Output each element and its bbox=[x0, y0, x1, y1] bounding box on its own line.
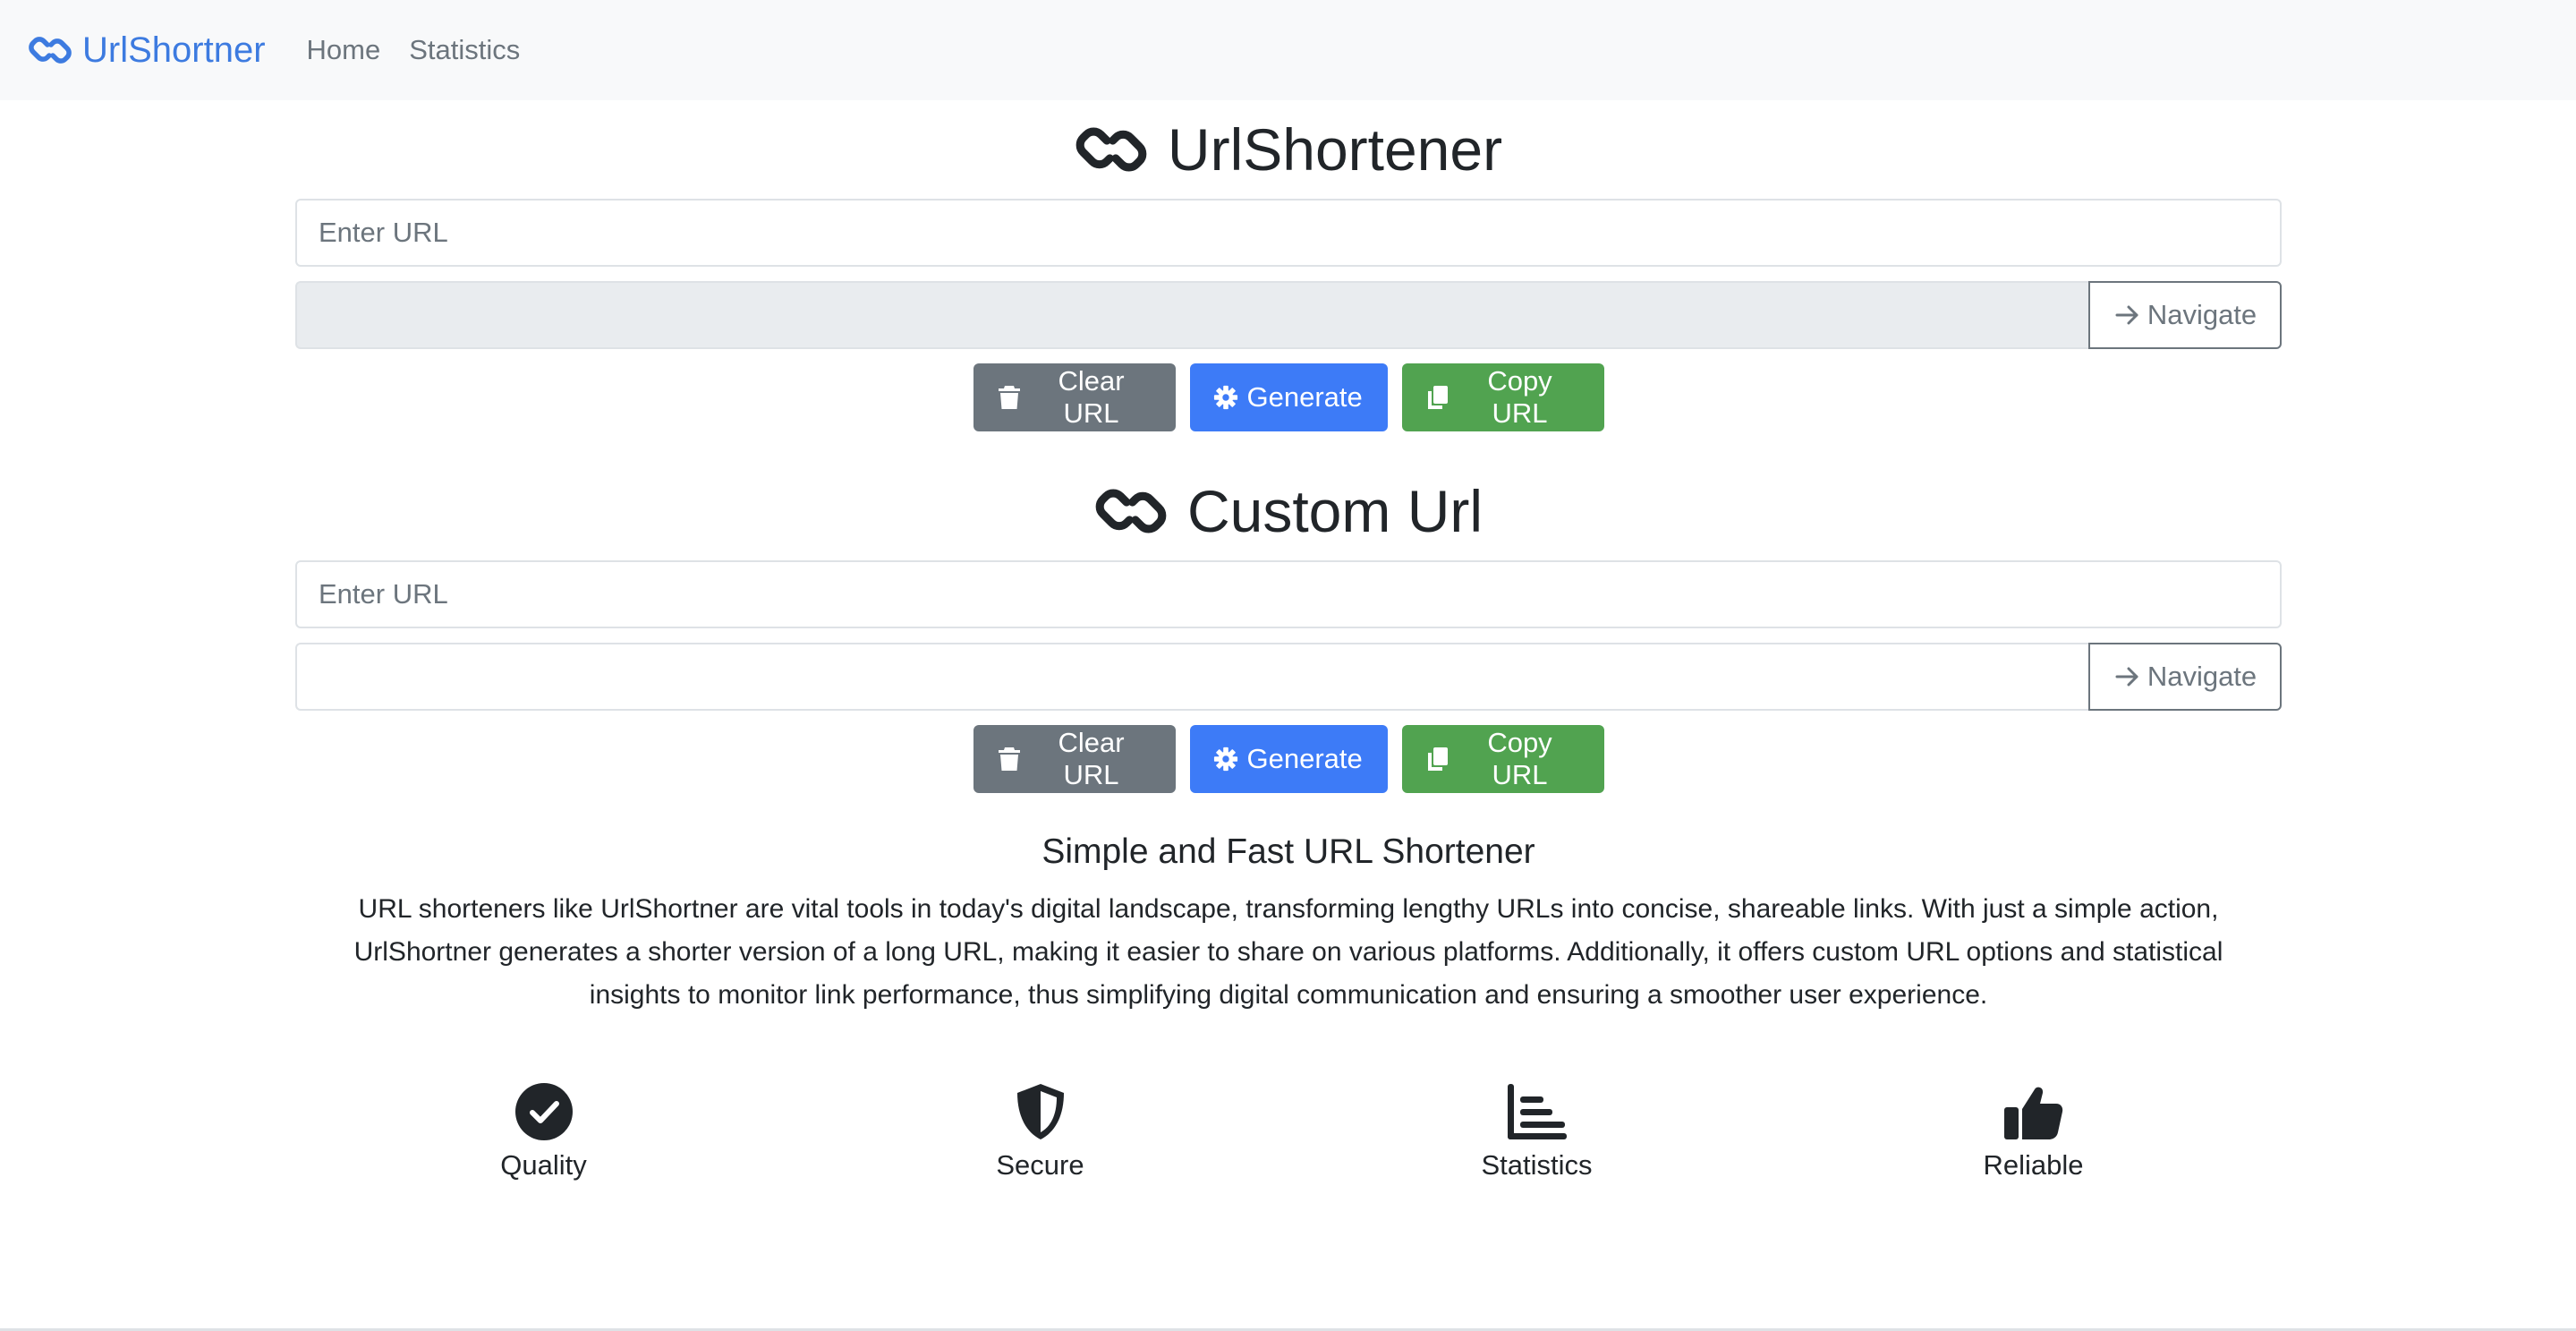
copy-icon bbox=[1425, 746, 1450, 772]
about-line-2: UrlShortner generates a shorter version … bbox=[353, 937, 2223, 967]
brand-label: UrlShortner bbox=[82, 30, 266, 70]
arrow-right-icon bbox=[2113, 302, 2140, 328]
shortener-title-text: UrlShortener bbox=[1167, 116, 1503, 183]
navigate-button[interactable]: Navigate bbox=[2088, 281, 2282, 349]
url-input[interactable] bbox=[295, 199, 2282, 267]
short-url-output bbox=[295, 281, 2088, 349]
custom-navigate-button[interactable]: Navigate bbox=[2088, 643, 2282, 711]
nav-statistics-link[interactable]: Statistics bbox=[409, 34, 520, 66]
copy-url-label: Copy URL bbox=[1487, 365, 1552, 429]
feature-secure: Secure bbox=[792, 1083, 1288, 1182]
trash-icon bbox=[997, 384, 1022, 411]
main-content: UrlShortener Navigate bbox=[295, 100, 2282, 1017]
custom-copy-url-button[interactable]: Copy URL bbox=[1401, 725, 1604, 793]
feature-secure-label: Secure bbox=[996, 1149, 1084, 1181]
custom-alias-input[interactable] bbox=[295, 643, 2088, 711]
brand-link[interactable]: UrlShortner bbox=[29, 30, 266, 71]
trash-icon bbox=[997, 746, 1022, 772]
custom-generate-label: Generate bbox=[1246, 743, 1363, 774]
clear-url-button[interactable]: Clear URL bbox=[973, 363, 1176, 431]
custom-copy-url-label: Copy URL bbox=[1487, 727, 1552, 790]
copy-url-button[interactable]: Copy URL bbox=[1401, 363, 1604, 431]
thumbs-up-icon bbox=[2003, 1083, 2064, 1140]
arrow-right-icon bbox=[2113, 663, 2140, 690]
custom-url-title-text: Custom Url bbox=[1186, 478, 1484, 544]
about-section: Simple and Fast URL Shortener URL shorte… bbox=[295, 832, 2282, 1017]
feature-reliable: Reliable bbox=[1785, 1083, 2282, 1182]
about-line-3: insights to monitor link performance, th… bbox=[589, 980, 1988, 1010]
gear-icon bbox=[1213, 384, 1238, 411]
link-icon bbox=[29, 32, 72, 68]
feature-reliable-label: Reliable bbox=[1983, 1149, 2084, 1181]
custom-url-title: Custom Url bbox=[295, 462, 2282, 560]
features-row: Quality Secure Statistics Reliable bbox=[295, 1083, 2282, 1182]
custom-clear-url-button[interactable]: Clear URL bbox=[973, 725, 1176, 793]
short-url-group: Navigate bbox=[295, 281, 2282, 349]
bar-chart-icon bbox=[1507, 1083, 1568, 1140]
shortener-section: UrlShortener Navigate bbox=[295, 100, 2282, 431]
feature-statistics-label: Statistics bbox=[1481, 1149, 1593, 1181]
about-text: URL shorteners like UrlShortner are vita… bbox=[295, 888, 2282, 1017]
clear-url-label: Clear URL bbox=[1058, 365, 1125, 429]
custom-actions: Clear URL Generate Copy URL bbox=[295, 725, 2282, 793]
custom-short-url-group: Navigate bbox=[295, 643, 2282, 711]
shield-icon bbox=[1010, 1083, 1071, 1140]
feature-statistics: Statistics bbox=[1288, 1083, 1785, 1182]
custom-navigate-label: Navigate bbox=[2147, 661, 2257, 692]
shortener-actions: Clear URL Generate Copy URL bbox=[295, 363, 2282, 431]
generate-button[interactable]: Generate bbox=[1189, 363, 1388, 431]
nav-home-link[interactable]: Home bbox=[307, 34, 381, 66]
navbar: UrlShortner Home Statistics bbox=[0, 0, 2576, 100]
generate-label: Generate bbox=[1246, 381, 1363, 413]
feature-quality: Quality bbox=[295, 1083, 792, 1182]
custom-generate-button[interactable]: Generate bbox=[1189, 725, 1388, 793]
navigate-label: Navigate bbox=[2147, 299, 2257, 330]
link-icon bbox=[1075, 120, 1148, 179]
feature-quality-label: Quality bbox=[500, 1149, 587, 1181]
shortener-title: UrlShortener bbox=[295, 100, 2282, 199]
gear-icon bbox=[1213, 746, 1238, 772]
custom-url-section: Custom Url Navigate bbox=[295, 462, 2282, 793]
link-icon bbox=[1094, 482, 1168, 541]
copy-icon bbox=[1425, 384, 1450, 411]
custom-url-input[interactable] bbox=[295, 560, 2282, 628]
about-title: Simple and Fast URL Shortener bbox=[1041, 832, 1535, 871]
custom-clear-url-label: Clear URL bbox=[1058, 727, 1125, 790]
check-circle-icon bbox=[514, 1083, 574, 1140]
about-line-1: URL shorteners like UrlShortner are vita… bbox=[358, 894, 2219, 924]
